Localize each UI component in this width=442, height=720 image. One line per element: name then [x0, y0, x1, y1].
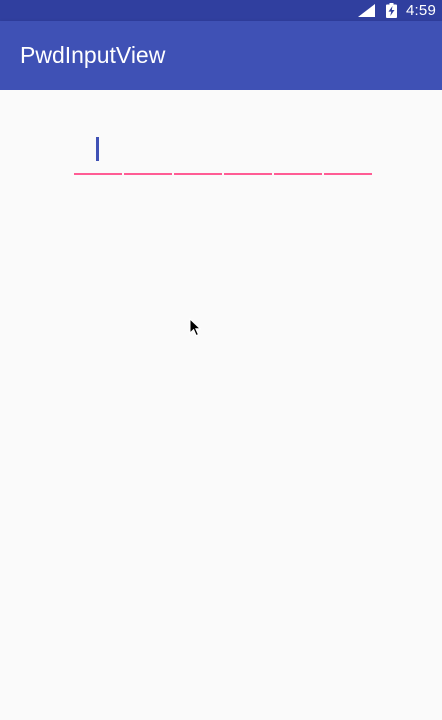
pwd-digit-underline — [324, 173, 372, 175]
pwd-digit-box-4[interactable] — [224, 130, 272, 176]
pwd-digit-underline — [124, 173, 172, 175]
pwd-digit-underline — [274, 173, 322, 175]
status-bar: 4:59 — [0, 0, 442, 21]
battery-charging-icon — [386, 3, 397, 18]
mouse-pointer-icon — [189, 318, 201, 337]
app-title: PwdInputView — [20, 42, 166, 68]
pwd-digit-box-3[interactable] — [174, 130, 222, 176]
pwd-digit-underline — [74, 173, 122, 175]
pwd-input-view[interactable] — [74, 130, 372, 176]
app-bar: PwdInputView — [0, 21, 442, 90]
pwd-digit-box-5[interactable] — [274, 130, 322, 176]
pwd-digit-underline — [224, 173, 272, 175]
pwd-digit-box-2[interactable] — [124, 130, 172, 176]
status-time: 4:59 — [406, 2, 436, 19]
text-caret — [96, 137, 99, 161]
content-area — [0, 90, 442, 720]
pwd-digit-underline — [174, 173, 222, 175]
cell-signal-icon — [358, 4, 375, 17]
pwd-digit-box-6[interactable] — [324, 130, 372, 176]
pwd-digit-box-1[interactable] — [74, 130, 122, 176]
